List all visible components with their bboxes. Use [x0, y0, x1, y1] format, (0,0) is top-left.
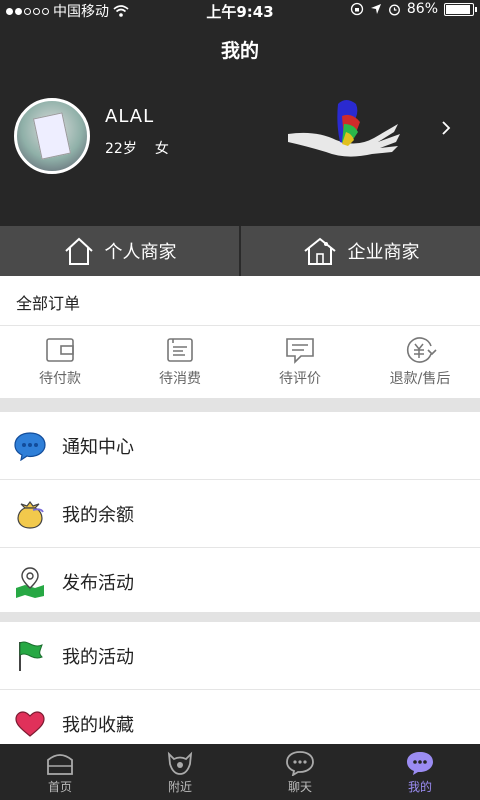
tab-nearby-label: 附近	[167, 779, 192, 794]
ticket-icon	[167, 338, 193, 362]
heart-icon	[15, 710, 45, 737]
all-orders-row[interactable]: 全部订单	[0, 276, 480, 326]
comment-icon	[286, 338, 314, 364]
section-divider-2	[0, 612, 480, 622]
profile-age: 22岁	[105, 141, 137, 157]
menu-my-balance[interactable]: 我的余额	[0, 480, 480, 548]
order-refund[interactable]: 退款/售后	[360, 326, 480, 398]
mine-tab-icon	[407, 751, 433, 775]
menu-my-balance-label: 我的余额	[62, 504, 134, 526]
menu-notification-center[interactable]: 通知中心	[0, 412, 480, 480]
order-pending-review-label: 待评价	[279, 371, 321, 387]
all-orders-label: 全部订单	[16, 294, 81, 313]
avatar[interactable]	[14, 98, 90, 174]
tab-mine[interactable]: 我的	[360, 744, 480, 800]
chevron-right-icon[interactable]	[436, 118, 456, 138]
chat-bubble-icon	[14, 431, 46, 461]
username: ALAL	[105, 106, 155, 127]
house-icon	[64, 237, 93, 265]
profile-card[interactable]: ALAL 22岁 女	[0, 90, 480, 190]
hand-graphic-icon	[288, 100, 400, 157]
menu-notification-center-label: 通知中心	[62, 436, 134, 458]
order-status-row: 待付款 待消费 待评价 退款/售后	[0, 326, 480, 398]
nearby-tab-icon	[167, 751, 193, 775]
menu-group-2: 我的活动 我的收藏	[0, 622, 480, 758]
map-pin-icon	[16, 566, 44, 598]
menu-my-activities[interactable]: 我的活动	[0, 622, 480, 690]
tab-mine-label: 我的	[407, 779, 432, 794]
refund-icon	[406, 337, 437, 363]
tab-home-label: 首页	[47, 779, 72, 794]
menu-my-activities-label: 我的活动	[62, 646, 134, 668]
menu-publish-activity-label: 发布活动	[62, 572, 134, 594]
tab-bar: 首页 附近 聊天 我的	[0, 744, 480, 800]
order-pending-payment-label: 待付款	[39, 371, 81, 387]
alarm-icon	[388, 4, 400, 15]
section-divider	[0, 398, 480, 412]
profile-gender: 女	[154, 141, 169, 157]
battery-icon	[444, 2, 477, 16]
header-area: 中国移动 上午9:43 86% 我的 ALAL 22岁 女	[0, 0, 480, 226]
chat-tab-icon	[286, 750, 314, 776]
menu-my-favorites-label: 我的收藏	[62, 714, 134, 736]
order-refund-label: 退款/售后	[389, 371, 451, 387]
rotation-lock-icon	[350, 2, 364, 16]
location-arrow-icon	[370, 4, 381, 14]
tab-nearby[interactable]: 附近	[120, 744, 240, 800]
merchant-bar: 个人商家 企业商家	[0, 226, 480, 276]
tab-chat[interactable]: 聊天	[240, 744, 360, 800]
home-tab-icon	[47, 753, 73, 775]
money-bag-icon	[17, 500, 44, 529]
order-pending-use-label: 待消费	[159, 371, 201, 387]
status-right: 86%	[350, 1, 477, 17]
order-pending-review[interactable]: 待评价	[240, 326, 360, 398]
battery-percent: 86%	[406, 1, 438, 17]
profile-meta: 22岁 女	[105, 138, 169, 158]
flag-icon	[19, 641, 43, 671]
menu-group-1: 通知中心 我的余额 发布活动	[0, 412, 480, 616]
order-pending-use[interactable]: 待消费	[120, 326, 240, 398]
order-pending-payment[interactable]: 待付款	[0, 326, 120, 398]
personal-merchant-label: 个人商家	[104, 242, 177, 263]
building-icon	[303, 237, 336, 265]
page-title: 我的	[220, 40, 259, 62]
status-bar: 中国移动 上午9:43 86%	[0, 0, 480, 21]
tab-chat-label: 聊天	[287, 779, 312, 794]
wallet-icon	[46, 338, 74, 362]
menu-publish-activity[interactable]: 发布活动	[0, 548, 480, 616]
tab-home[interactable]: 首页	[0, 744, 120, 800]
enterprise-merchant-button[interactable]: 企业商家	[241, 226, 480, 276]
enterprise-merchant-label: 企业商家	[347, 242, 420, 263]
personal-merchant-button[interactable]: 个人商家	[0, 226, 239, 276]
